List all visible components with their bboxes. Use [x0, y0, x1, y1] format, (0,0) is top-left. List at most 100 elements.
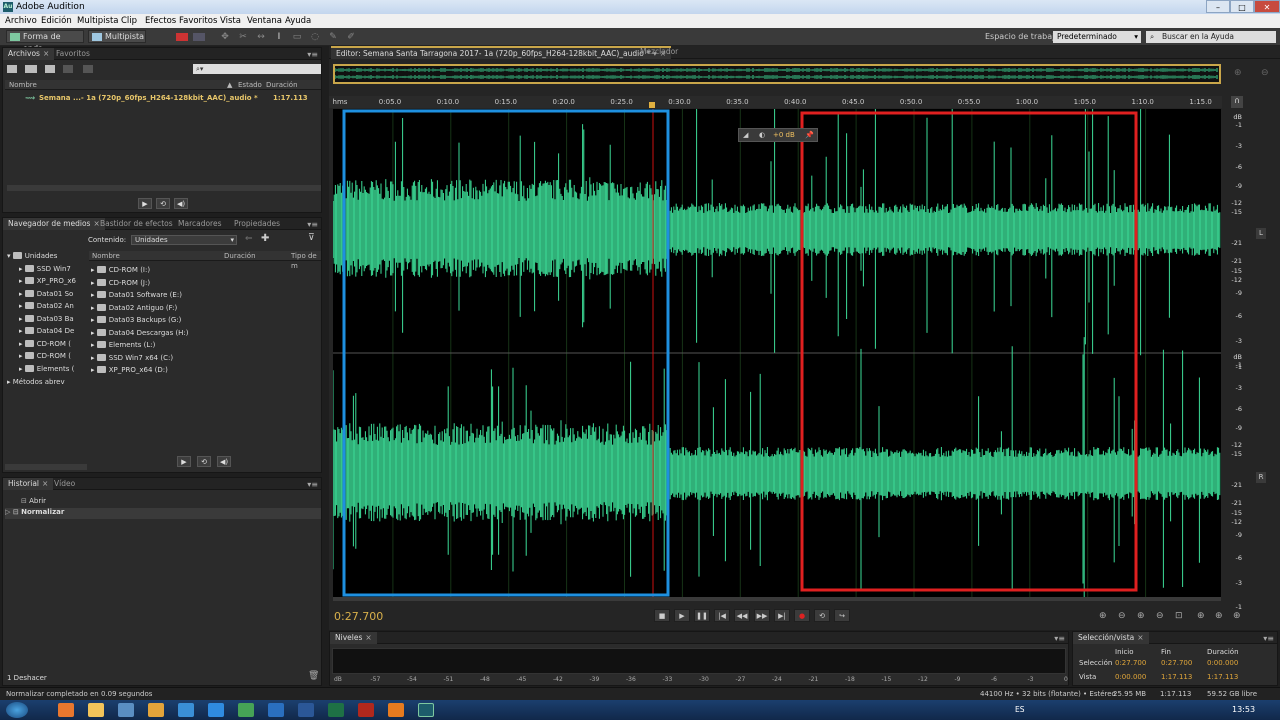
- gain-knob-icon[interactable]: ◐: [759, 129, 765, 142]
- waveform-view-button[interactable]: Forma de onda: [6, 30, 84, 53]
- explorer-icon[interactable]: [88, 703, 104, 717]
- col-estado[interactable]: Estado: [238, 80, 262, 90]
- snap-icon[interactable]: ∩: [1231, 96, 1243, 108]
- stop-button[interactable]: ■: [654, 609, 670, 622]
- zoom-to-selection-icon[interactable]: ⊕: [1233, 611, 1241, 621]
- word-icon[interactable]: [298, 703, 314, 717]
- panel-menu-icon[interactable]: ▾≡: [307, 480, 318, 489]
- language-indicator[interactable]: ES: [1015, 705, 1025, 714]
- tab-archivos[interactable]: Archivos ×: [3, 48, 55, 60]
- loop-icon[interactable]: ⟲: [197, 456, 211, 467]
- tree-item[interactable]: ▸ CD-ROM (: [19, 352, 71, 360]
- tab-editor[interactable]: Editor: Semana Santa Tarragona 2017- 1a …: [331, 46, 672, 59]
- tree-root[interactable]: ▾ Unidades: [7, 252, 57, 260]
- list-item[interactable]: ▸ Elements (L:): [91, 341, 155, 349]
- overview-waveform[interactable]: [333, 64, 1221, 84]
- spectral-pitch-icon[interactable]: [193, 33, 205, 41]
- pause-button[interactable]: ❚❚: [694, 609, 710, 622]
- help-search-input[interactable]: ⌕ Buscar en la Ayuda: [1146, 31, 1276, 43]
- selection-end[interactable]: 0:27.700: [1161, 659, 1192, 667]
- list-item[interactable]: ▸ Data01 Software (E:): [91, 291, 182, 299]
- channel-left-toggle[interactable]: L: [1256, 228, 1266, 239]
- col-nombre[interactable]: Nombre: [9, 80, 37, 90]
- app-icon[interactable]: [178, 703, 194, 717]
- content-select[interactable]: Unidades ▾: [131, 235, 237, 245]
- play-icon[interactable]: ▶: [177, 456, 191, 467]
- view-end[interactable]: 1:17.113: [1161, 673, 1192, 681]
- minimize-button[interactable]: –: [1206, 0, 1230, 13]
- excel-icon[interactable]: [328, 703, 344, 717]
- zoom-full-icon[interactable]: ⊡: [1175, 611, 1183, 621]
- close-icon[interactable]: ×: [365, 633, 371, 642]
- zoom-out-amplitude-icon[interactable]: ⊖: [1118, 611, 1126, 621]
- new-file-icon[interactable]: [45, 65, 55, 73]
- menu-edicion[interactable]: Edición: [41, 16, 72, 26]
- chrome-icon[interactable]: [238, 703, 254, 717]
- tab-niveles[interactable]: Niveles ×: [330, 632, 377, 644]
- import-file-icon[interactable]: [25, 65, 37, 73]
- maximize-button[interactable]: □: [1230, 0, 1254, 13]
- close-icon[interactable]: ×: [1137, 633, 1143, 642]
- zoom-out-amplitude-icon[interactable]: ⊖: [1261, 68, 1269, 78]
- files-scrollbar[interactable]: [7, 185, 321, 191]
- tab-bastidor-efectos[interactable]: Bastidor de efectos: [95, 218, 178, 230]
- zoom-in-amplitude-icon[interactable]: ⊕: [1099, 611, 1107, 621]
- tab-favoritos[interactable]: Favoritos: [51, 48, 95, 60]
- lasso-tool-icon[interactable]: ◌: [310, 32, 320, 42]
- tab-video[interactable]: Vídeo: [49, 478, 80, 490]
- zoom-in-left-icon[interactable]: ⊕: [1197, 611, 1205, 621]
- go-to-start-button[interactable]: |◀: [714, 609, 730, 622]
- current-time-display[interactable]: 0:27.700: [334, 610, 383, 623]
- internet-explorer-icon[interactable]: [208, 703, 224, 717]
- file-item[interactable]: ⟿ Semana ...- 1a (720p_60fps_H264-128kbi…: [5, 94, 321, 104]
- tab-navegador-medios[interactable]: Navegador de medios ×: [3, 218, 105, 230]
- list-item[interactable]: ▸ XP_PRO_x64 (D:): [91, 366, 168, 374]
- brush-tool-icon[interactable]: ✎: [328, 32, 338, 42]
- tree-item[interactable]: ▸ Data04 De: [19, 327, 74, 335]
- slip-tool-icon[interactable]: ↔: [256, 32, 266, 42]
- history-item[interactable]: ⊟ Abrir: [21, 497, 46, 505]
- close-icon[interactable]: ×: [43, 49, 49, 58]
- menu-multipista[interactable]: Multipista: [77, 16, 119, 26]
- menu-favoritos[interactable]: Favoritos: [179, 16, 217, 26]
- filter-icon[interactable]: ⊽: [308, 233, 315, 243]
- pin-icon[interactable]: 📌: [805, 129, 814, 142]
- timeline-ruler[interactable]: hms 0:05.0 0:10.0 0:15.0 0:20.0 0:25.0 0:30.0 0…: [329, 96, 1222, 108]
- autoplay-icon[interactable]: ◀): [217, 456, 231, 467]
- list-item[interactable]: ▸ CD-ROM (J:): [91, 279, 150, 287]
- play-button[interactable]: ▶: [674, 609, 690, 622]
- app-icon[interactable]: [118, 703, 134, 717]
- razor-tool-icon[interactable]: ✂: [238, 32, 248, 42]
- selection-start[interactable]: 0:27.700: [1115, 659, 1146, 667]
- tree-item[interactable]: ▸ Data01 So: [19, 290, 73, 298]
- menu-ayuda[interactable]: Ayuda: [285, 16, 311, 26]
- loop-button[interactable]: ⟲: [814, 609, 830, 622]
- panel-menu-icon[interactable]: ▾≡: [1263, 634, 1274, 643]
- menu-ventana[interactable]: Ventana: [247, 16, 282, 26]
- tree-item[interactable]: ▸ Elements (: [19, 365, 74, 373]
- open-file-icon[interactable]: [7, 65, 17, 73]
- horizontal-scrollbar[interactable]: [333, 597, 1221, 601]
- marquee-tool-icon[interactable]: ▭: [292, 32, 302, 42]
- menu-vista[interactable]: Vista: [220, 16, 241, 26]
- menu-clip[interactable]: Clip: [121, 16, 137, 26]
- list-item[interactable]: ▸ CD-ROM (I:): [91, 266, 150, 274]
- play-icon[interactable]: ▶: [138, 198, 152, 209]
- tab-marcadores[interactable]: Marcadores: [173, 218, 227, 230]
- move-tool-icon[interactable]: ✥: [220, 32, 230, 42]
- acrobat-icon[interactable]: [358, 703, 374, 717]
- skip-selection-button[interactable]: ↪: [834, 609, 850, 622]
- start-button-icon[interactable]: [6, 702, 28, 718]
- spectral-frequency-icon[interactable]: [176, 33, 188, 41]
- list-item[interactable]: ▸ Data03 Backups (G:): [91, 316, 181, 324]
- view-duration[interactable]: 1:17.113: [1207, 673, 1238, 681]
- tree-item[interactable]: ▸ CD-ROM (: [19, 340, 71, 348]
- tree-scrollbar[interactable]: [5, 464, 87, 470]
- col-nombre[interactable]: Nombre: [92, 251, 120, 261]
- selection-duration[interactable]: 0:00.000: [1207, 659, 1238, 667]
- close-icon[interactable]: ×: [42, 479, 48, 488]
- workspace-select[interactable]: Predeterminado ▾: [1053, 31, 1141, 43]
- tab-mezclador[interactable]: Mezclador: [635, 46, 683, 58]
- tree-shortcuts[interactable]: ▸ Métodos abrev: [7, 378, 65, 386]
- audition-taskbar-icon[interactable]: [418, 703, 434, 717]
